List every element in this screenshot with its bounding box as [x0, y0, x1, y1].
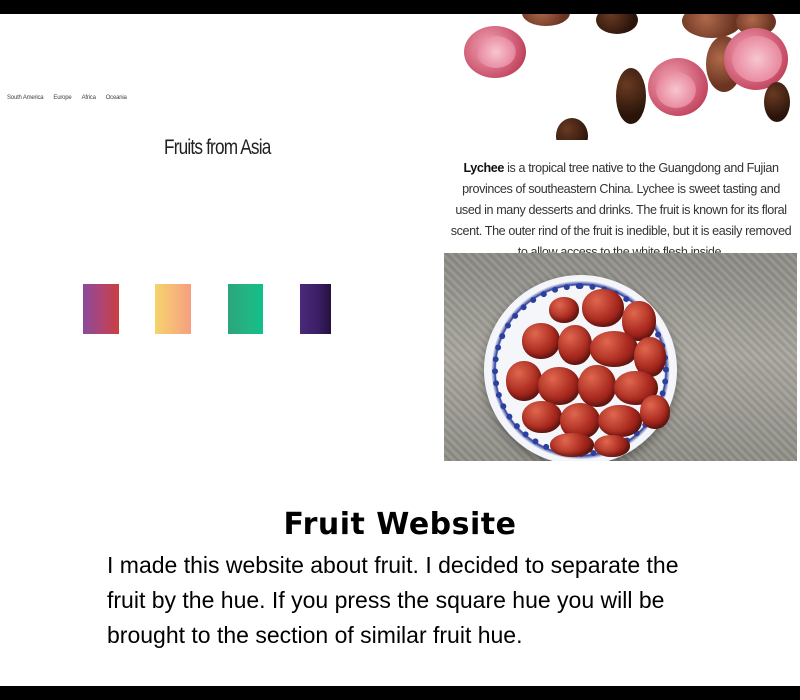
- hue-square-yellow-peach[interactable]: [155, 284, 191, 334]
- hue-square-purple-red[interactable]: [83, 284, 119, 334]
- section-title: Fruits from Asia: [164, 136, 271, 159]
- hue-square-green[interactable]: [228, 284, 263, 334]
- fruit-description: Lychee is a tropical tree native to the …: [448, 158, 794, 263]
- region-nav: South America Europe Africa Oceania: [7, 95, 127, 101]
- bottom-border: [0, 686, 800, 700]
- caption-title: Fruit Website: [283, 507, 517, 542]
- top-border: [0, 0, 800, 14]
- hue-square-dark-purple[interactable]: [300, 284, 331, 334]
- nav-item-oceania[interactable]: Oceania: [106, 95, 127, 101]
- nav-item-europe[interactable]: Europe: [53, 95, 71, 101]
- fruit-name: Lychee: [463, 161, 504, 175]
- caption-body: I made this website about fruit. I decid…: [107, 552, 679, 648]
- nav-item-south-america[interactable]: South America: [7, 95, 44, 101]
- jujube-bowl-image: [444, 253, 797, 461]
- nav-item-africa[interactable]: Africa: [82, 95, 96, 101]
- lychee-image: [444, 14, 800, 140]
- fruit-description-text: is a tropical tree native to the Guangdo…: [450, 161, 792, 259]
